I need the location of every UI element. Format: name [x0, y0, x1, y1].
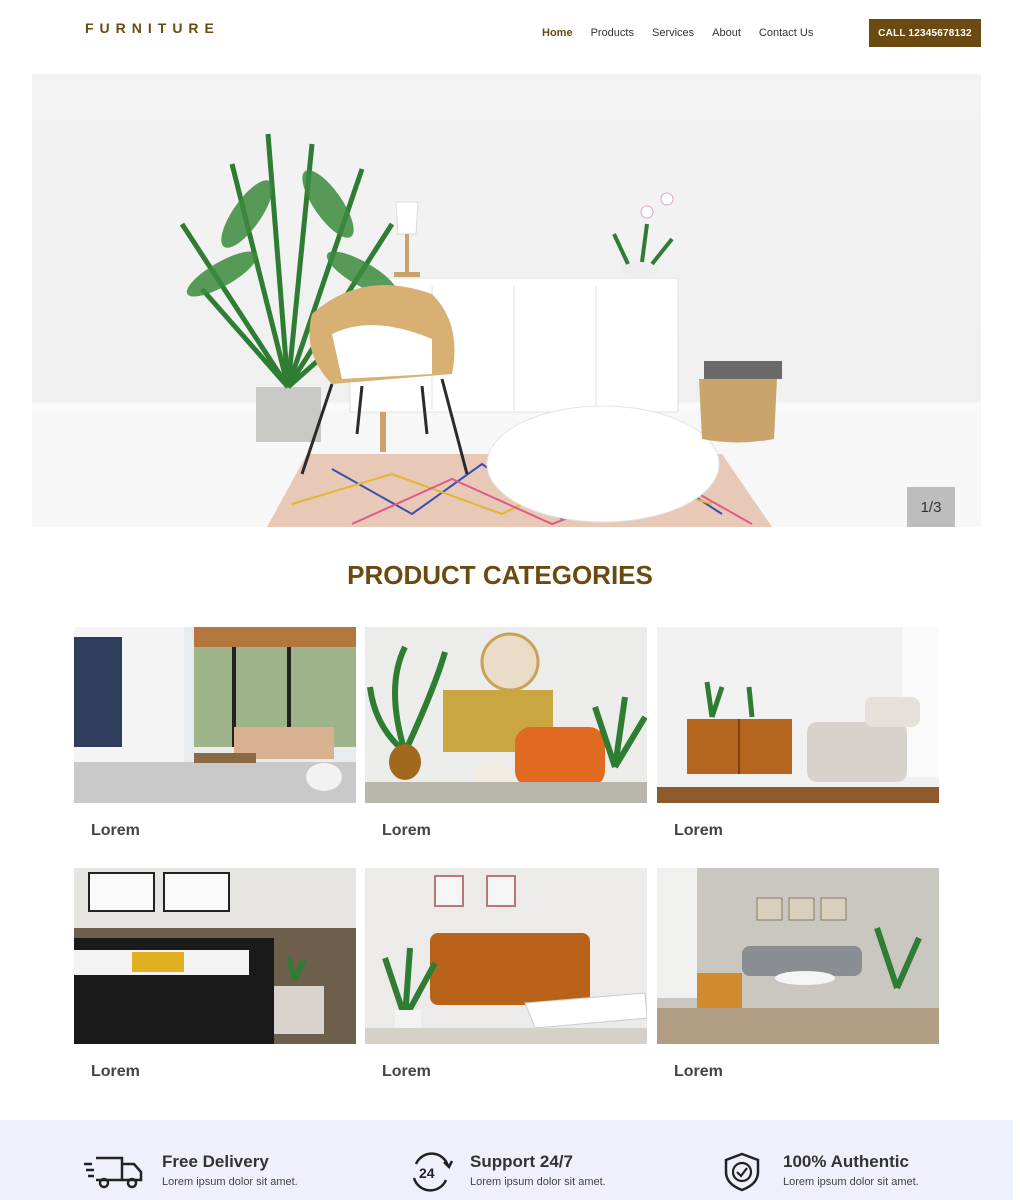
feature-authentic: 100% Authentic Lorem ipsum dolor sit ame…: [722, 1152, 919, 1192]
delivery-truck-icon: [84, 1152, 146, 1192]
feature-title: 100% Authentic: [783, 1152, 909, 1171]
nav-products[interactable]: Products: [591, 27, 634, 39]
category-label: Lorem: [382, 1063, 431, 1080]
category-image: [657, 627, 939, 803]
hero-slider[interactable]: 1/3: [32, 74, 981, 527]
features-bar: Free Delivery Lorem ipsum dolor sit amet…: [0, 1120, 1013, 1200]
category-image: [365, 868, 647, 1044]
category-label: Lorem: [382, 822, 431, 839]
category-label: Lorem: [674, 822, 723, 839]
main-nav: Home Products Services About Contact Us: [542, 27, 831, 39]
category-card[interactable]: Lorem: [657, 868, 939, 1081]
feature-desc: Lorem ipsum dolor sit amet.: [162, 1176, 298, 1188]
category-image: [74, 868, 356, 1044]
category-card[interactable]: Lorem: [365, 627, 647, 840]
nav-services[interactable]: Services: [652, 27, 694, 39]
feature-title: Support 24/7: [470, 1152, 573, 1171]
slide-counter: 1/3: [907, 487, 955, 527]
feature-title: Free Delivery: [162, 1152, 269, 1171]
category-label: Lorem: [91, 1063, 140, 1080]
nav-home[interactable]: Home: [542, 27, 573, 39]
nav-contact-us[interactable]: Contact Us: [759, 27, 813, 39]
category-image: [74, 627, 356, 803]
svg-text:24: 24: [419, 1165, 435, 1181]
category-image: [365, 627, 647, 803]
nav-about[interactable]: About: [712, 27, 741, 39]
category-image: [657, 868, 939, 1044]
hero-image: [32, 133, 981, 527]
call-button[interactable]: CALL 12345678132: [869, 19, 981, 47]
category-card[interactable]: Lorem: [74, 868, 356, 1081]
category-label: Lorem: [91, 822, 140, 839]
feature-desc: Lorem ipsum dolor sit amet.: [470, 1176, 606, 1188]
feature-desc: Lorem ipsum dolor sit amet.: [783, 1176, 919, 1188]
section-title: PRODUCT CATEGORIES: [347, 560, 653, 590]
category-label: Lorem: [674, 1063, 723, 1080]
site-header: FURNITURE Home Products Services About C…: [0, 0, 1020, 66]
category-card[interactable]: Lorem: [74, 627, 356, 840]
feature-free-delivery: Free Delivery Lorem ipsum dolor sit amet…: [84, 1152, 298, 1192]
shield-check-icon: [722, 1152, 762, 1192]
category-card[interactable]: Lorem: [657, 627, 939, 840]
support-24-icon: 24: [408, 1152, 454, 1192]
category-card[interactable]: Lorem: [365, 868, 647, 1081]
feature-support: 24 Support 24/7 Lorem ipsum dolor sit am…: [408, 1152, 606, 1192]
site-logo[interactable]: FURNITURE: [85, 20, 220, 36]
